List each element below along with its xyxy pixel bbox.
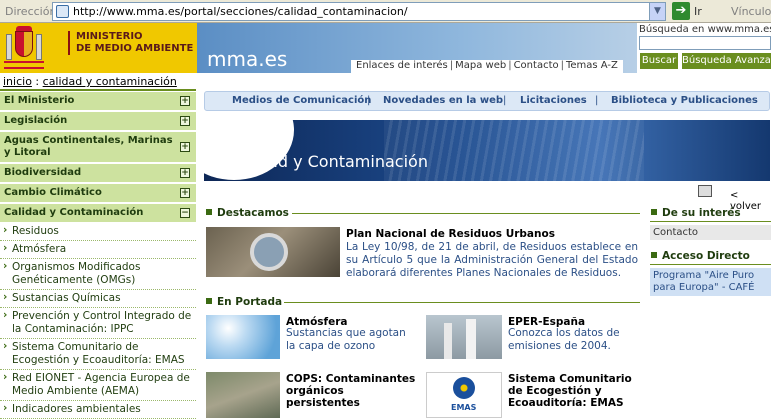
- address-label: Dirección: [5, 5, 57, 18]
- divider: [284, 302, 640, 303]
- divider: [292, 213, 640, 214]
- main-tabs: Medios de Comunicación | Novedades en la…: [204, 91, 770, 111]
- sidebar-section-label: Biodiversidad: [4, 167, 82, 178]
- breadcrumb-home[interactable]: inicio: [3, 75, 32, 88]
- go-arrow-icon: ➔: [672, 2, 690, 20]
- portada-thumbnail-eper[interactable]: [426, 315, 502, 359]
- search-panel: Búsqueda en www.mma.es Buscar Búsqueda A…: [637, 23, 771, 73]
- portada-thumbnail-atmosfera[interactable]: [206, 315, 280, 359]
- search-button[interactable]: Buscar: [640, 53, 678, 69]
- breadcrumb-separator: :: [35, 75, 40, 88]
- search-label: Búsqueda en www.mma.es: [639, 24, 771, 35]
- sidebar-section-label: Aguas Continentales, Marinas y Litoral: [4, 135, 173, 158]
- sidebar-item-sustancias[interactable]: Sustancias Químicas: [0, 290, 196, 308]
- sidebar-section-ministerio[interactable]: El Ministerio +: [0, 91, 196, 111]
- contacto-link[interactable]: Contacto: [650, 225, 771, 240]
- section-banner: Calidad y Contaminación: [204, 120, 770, 181]
- sidebar-section-label: Cambio Climático: [4, 187, 102, 198]
- link-mapa-web[interactable]: Mapa web: [453, 60, 508, 71]
- sidebar-item-emas[interactable]: Sistema Comunitario de Ecogestión y Ecoa…: [0, 339, 196, 370]
- sidebar-section-biodiversidad[interactable]: Biodiversidad +: [0, 163, 196, 183]
- sidebar-section-legislacion[interactable]: Legislación +: [0, 111, 196, 131]
- top-links: Enlaces de interés | Mapa web | Contacto | Tem…: [351, 60, 623, 73]
- sidebar-section-cambio-climatico[interactable]: Cambio Climático +: [0, 183, 196, 203]
- go-button[interactable]: ➔ Ir: [672, 2, 718, 21]
- page-icon: [56, 5, 69, 18]
- sidebar-item-atmosfera[interactable]: Atmósfera: [0, 241, 196, 259]
- section-destacamos-title: Destacamos: [206, 207, 289, 219]
- printer-icon[interactable]: [698, 185, 712, 197]
- sidebar-section-label: Calidad y Contaminación: [4, 207, 144, 218]
- sidebar-item-residuos[interactable]: Residuos: [0, 223, 196, 241]
- brand-logo[interactable]: mma.es: [207, 47, 287, 71]
- ministry-line-1: MINISTERIO: [76, 31, 143, 42]
- collapse-icon[interactable]: −: [180, 208, 190, 218]
- sidebar: El Ministerio + Legislación + Aguas Contin…: [0, 91, 196, 419]
- divider: [650, 264, 771, 265]
- links-label[interactable]: Vínculos: [731, 5, 771, 18]
- portada-body-eper: Conozca los datos de emisiones de 2004.: [508, 327, 620, 352]
- sidebar-section-calidad[interactable]: Calidad y Contaminación −: [0, 203, 196, 223]
- link-temas[interactable]: Temas A-Z: [564, 60, 620, 71]
- de-su-interes-title: De su interés: [651, 207, 741, 219]
- tab-biblioteca[interactable]: Biblioteca y Publicaciones: [611, 95, 758, 106]
- sidebar-section-label: Legislación: [4, 115, 68, 126]
- url-input[interactable]: http://www.mma.es/portal/secciones/calid…: [52, 2, 666, 21]
- portada-thumbnail-cops[interactable]: [206, 372, 280, 418]
- tab-novedades[interactable]: Novedades en la web: [383, 95, 503, 106]
- divider: [650, 221, 771, 222]
- link-enlaces[interactable]: Enlaces de interés: [354, 60, 450, 71]
- header-banner: mma.es Enlaces de interés | Mapa web | Conta…: [197, 23, 637, 73]
- news-body: La Ley 10/98, de 21 de abril, de Residuo…: [346, 241, 638, 279]
- tab-licitaciones[interactable]: Licitaciones: [520, 95, 587, 106]
- sidebar-item-ippc[interactable]: Prevención y Control Integrado de la Con…: [0, 308, 196, 339]
- go-label: Ir: [694, 5, 702, 18]
- acceso-directo-title: Acceso Directo: [651, 250, 750, 262]
- portada-title-emas[interactable]: Sistema Comunitario de Ecogestión y Ecoa…: [508, 373, 646, 409]
- breadcrumb: inicio : calidad y contaminación: [3, 75, 177, 88]
- sidebar-item-eionet[interactable]: Red EIONET - Agencia Europea de Medio Am…: [0, 370, 196, 401]
- tab-medios[interactable]: Medios de Comunicación: [232, 95, 371, 106]
- expand-icon[interactable]: +: [180, 116, 190, 126]
- portada-body-atmosfera: Sustancias que agotan la capa de ozono: [286, 327, 406, 352]
- programa-aire-puro-link[interactable]: Programa "Aire Puro para Europa" - CAFÉ: [650, 268, 771, 296]
- link-contacto[interactable]: Contacto: [512, 60, 561, 71]
- page-title: Calidad y Contaminación: [228, 152, 428, 171]
- tab-separator: |: [367, 95, 371, 106]
- news-title[interactable]: Plan Nacional de Residuos Urbanos: [346, 228, 555, 240]
- sidebar-item-indicadores[interactable]: Indicadores ambientales: [0, 401, 196, 419]
- ministry-name: MINISTERIO DE MEDIO AMBIENTE: [68, 31, 194, 55]
- tab-separator: |: [595, 95, 599, 106]
- breadcrumb-current[interactable]: calidad y contaminación: [43, 75, 177, 88]
- ministry-line-2: DE MEDIO AMBIENTE: [76, 43, 194, 54]
- news-thumbnail-residuos[interactable]: [206, 227, 340, 277]
- section-en-portada-title: En Portada: [206, 296, 282, 308]
- expand-icon[interactable]: +: [180, 142, 190, 152]
- search-input[interactable]: [639, 36, 771, 50]
- expand-icon[interactable]: +: [180, 188, 190, 198]
- emas-logo[interactable]: EMAS: [426, 372, 502, 418]
- sidebar-section-aguas[interactable]: Aguas Continentales, Marinas y Litoral +: [0, 131, 196, 163]
- browser-address-bar: Dirección http://www.mma.es/portal/secci…: [0, 0, 771, 23]
- sidebar-item-omgs[interactable]: Organismos Modificados Genéticamente (OM…: [0, 259, 196, 290]
- tab-separator: |: [503, 95, 507, 106]
- advanced-search-button[interactable]: Búsqueda Avanzada: [682, 53, 771, 69]
- portada-title-cops[interactable]: COPS: Contaminantes orgánicos persistent…: [286, 373, 421, 409]
- url-text: http://www.mma.es/portal/secciones/calid…: [73, 5, 408, 18]
- ministry-logo[interactable]: MINISTERIO DE MEDIO AMBIENTE: [0, 23, 197, 73]
- sidebar-section-label: El Ministerio: [4, 95, 75, 106]
- coat-of-arms-icon: [4, 26, 44, 70]
- chevron-down-icon[interactable]: ▼: [649, 3, 665, 20]
- expand-icon[interactable]: +: [180, 96, 190, 106]
- emas-logo-text: EMAS: [451, 403, 477, 412]
- expand-icon[interactable]: +: [180, 168, 190, 178]
